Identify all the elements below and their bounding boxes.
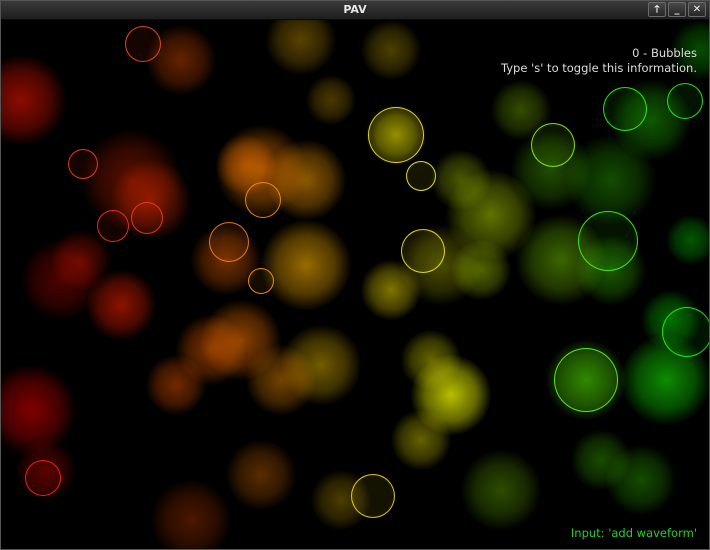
bubble-glow bbox=[411, 355, 491, 435]
bubble-ring bbox=[351, 474, 395, 518]
window-controls: 🡑 _ ✕ bbox=[648, 2, 706, 17]
bubble-glow bbox=[201, 300, 281, 380]
bubble-ring bbox=[578, 211, 638, 271]
bubble-ring bbox=[97, 210, 129, 242]
minimize-button[interactable]: _ bbox=[668, 2, 686, 17]
bubble-ring bbox=[131, 202, 163, 234]
bubble-glow bbox=[306, 75, 356, 125]
bubble-glow bbox=[571, 430, 631, 490]
bubble-ring bbox=[554, 348, 618, 412]
bubble-ring bbox=[368, 107, 424, 163]
raise-button[interactable]: 🡑 bbox=[648, 2, 666, 17]
bubble-glow bbox=[361, 20, 421, 80]
bubble-ring bbox=[125, 26, 161, 62]
bubble-ring bbox=[662, 307, 709, 357]
close-button[interactable]: ✕ bbox=[688, 2, 706, 17]
bubble-ring bbox=[209, 222, 249, 262]
bubble-glow bbox=[266, 20, 336, 75]
bubble-glow bbox=[1, 365, 76, 455]
bubble-glow bbox=[86, 270, 156, 340]
bubble-glow bbox=[261, 220, 351, 310]
bubble-glow bbox=[151, 480, 231, 549]
bubble-ring bbox=[68, 149, 98, 179]
bubble-glow bbox=[226, 440, 296, 510]
bubble-glow bbox=[666, 215, 709, 265]
bubble-ring bbox=[531, 123, 575, 167]
mode-label: 0 - Bubbles bbox=[632, 46, 697, 60]
pav-window: PAV 🡑 _ ✕ 0 - Bubbles Type 's' to toggle… bbox=[0, 0, 710, 550]
info-overlay: 0 - Bubbles Type 's' to toggle this info… bbox=[501, 46, 697, 76]
window-title: PAV bbox=[343, 3, 367, 16]
bubble-ring bbox=[667, 83, 703, 119]
title-bar[interactable]: PAV 🡑 _ ✕ bbox=[1, 1, 709, 20]
bubble-ring bbox=[25, 460, 61, 496]
visualizer-canvas[interactable]: 0 - Bubbles Type 's' to toggle this info… bbox=[1, 20, 709, 549]
bubble-ring bbox=[248, 268, 274, 294]
bubble-ring bbox=[406, 161, 436, 191]
toggle-hint: Type 's' to toggle this information. bbox=[501, 61, 697, 75]
bubble-glow bbox=[1, 55, 66, 145]
bubble-ring bbox=[401, 229, 445, 273]
bubble-ring bbox=[603, 87, 647, 131]
bubble-ring bbox=[245, 182, 281, 218]
bubble-glow bbox=[461, 450, 541, 530]
input-status: Input: 'add waveform' bbox=[570, 526, 697, 540]
